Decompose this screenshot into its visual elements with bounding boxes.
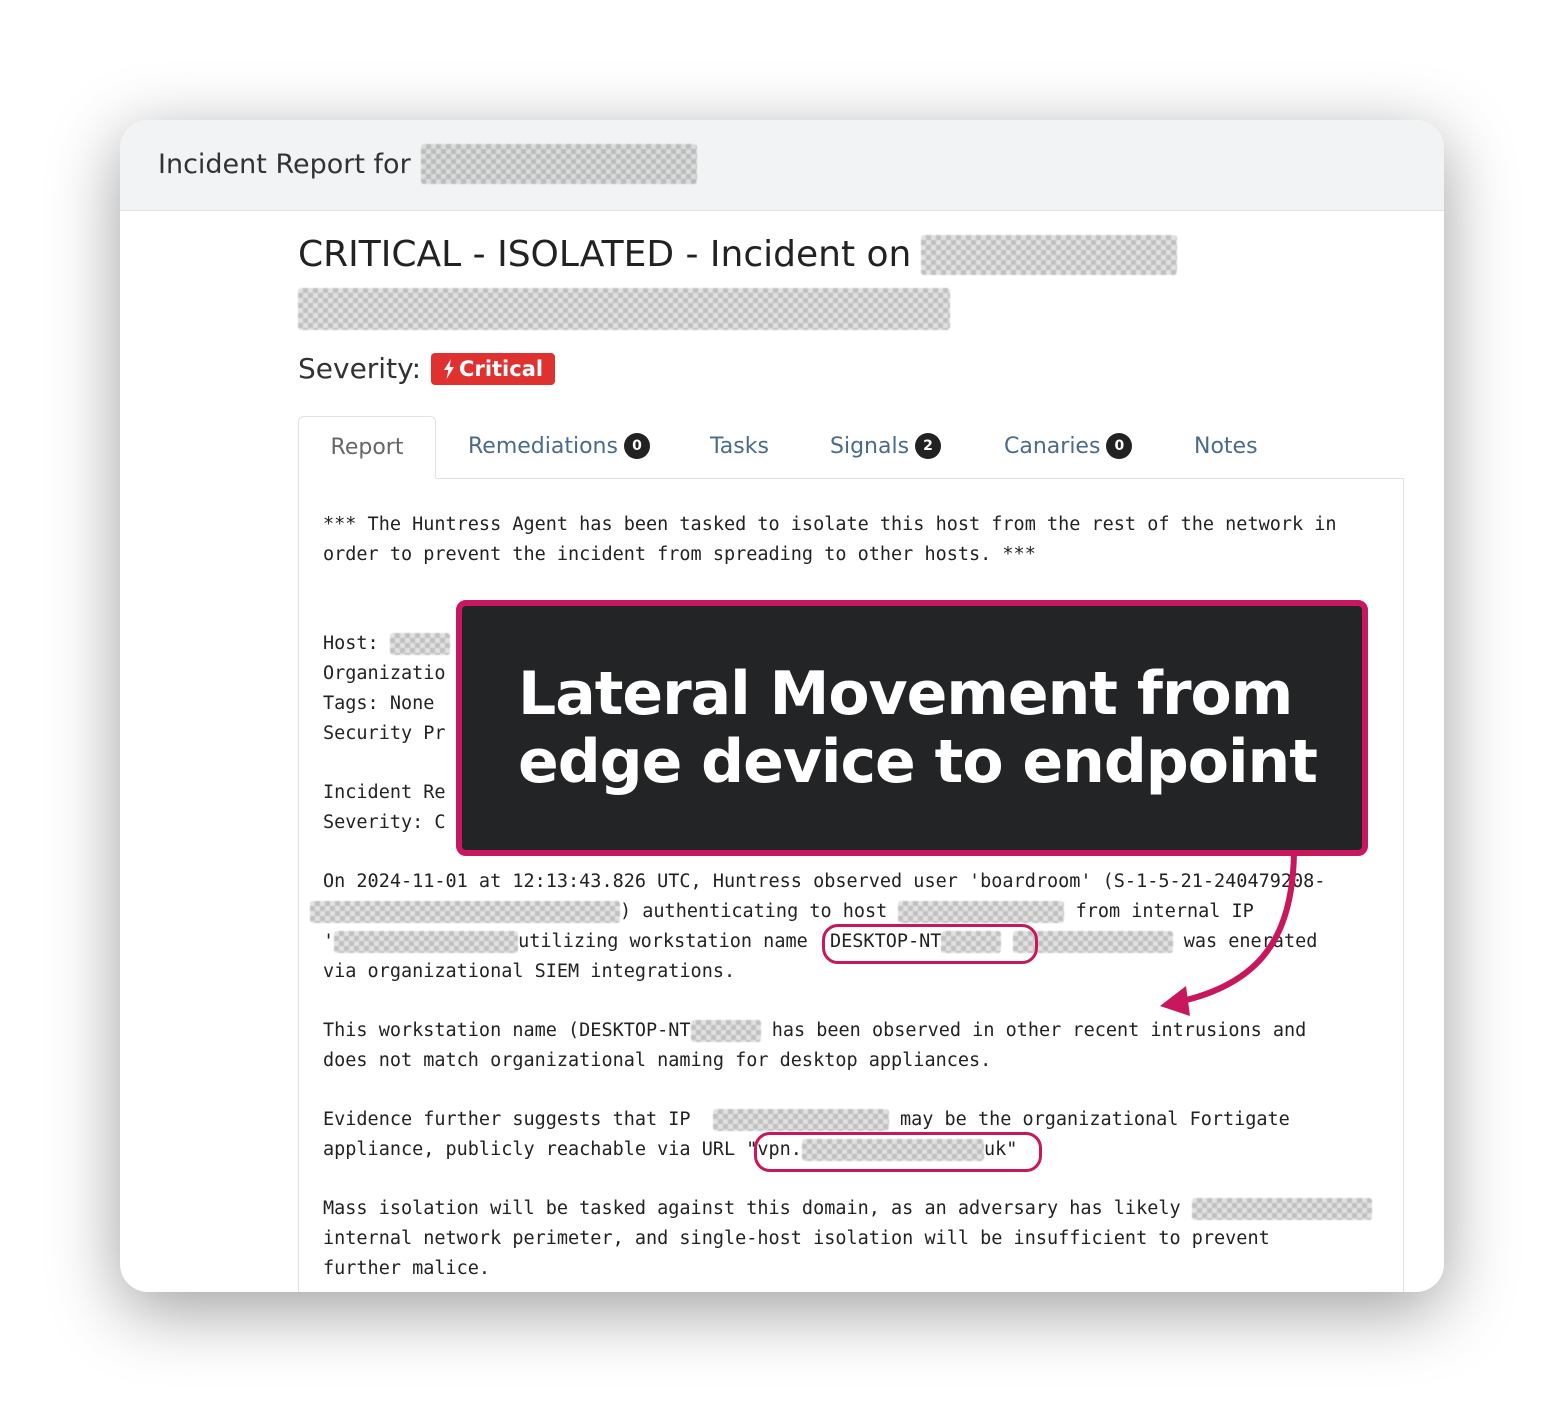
incident-report-card: Incident Report for CRITICAL - ISOLATED … — [120, 120, 1444, 1292]
callout-arrow-icon — [1160, 851, 1297, 1016]
